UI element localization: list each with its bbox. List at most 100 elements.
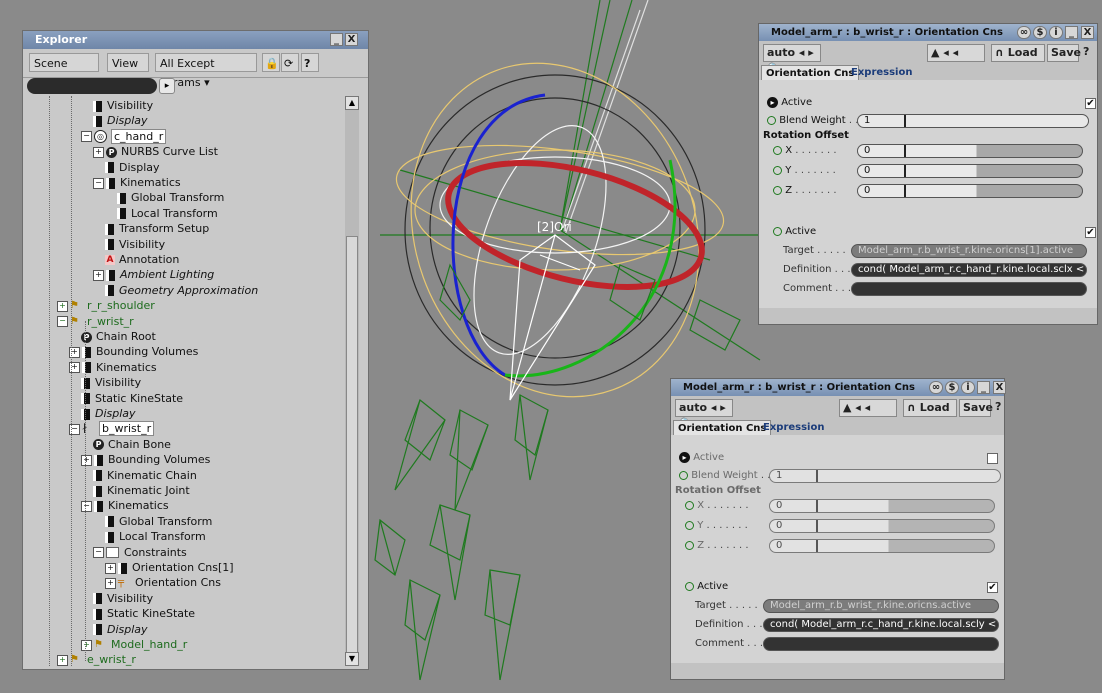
scroll-up-icon[interactable]: ▲: [345, 96, 359, 110]
x-field[interactable]: 0: [769, 499, 995, 513]
tree-item[interactable]: Display: [105, 160, 160, 176]
anim-icon[interactable]: [773, 145, 782, 155]
tree-item[interactable]: + Orientation Cns[1]: [105, 560, 234, 576]
tree-item[interactable]: + Bounding Volumes: [81, 452, 210, 468]
tree-item[interactable]: Local Transform: [105, 529, 206, 545]
anim-icon[interactable]: [773, 165, 782, 175]
expand-icon[interactable]: +: [81, 454, 92, 466]
tree-item[interactable]: + P NURBS Curve List: [93, 144, 218, 160]
scroll-down-icon[interactable]: ▼: [345, 652, 359, 666]
tree-item[interactable]: Global Transform: [105, 514, 212, 530]
tree-item[interactable]: − Kinematics: [81, 498, 169, 514]
anim-icon[interactable]: [773, 185, 782, 195]
anim-icon[interactable]: [685, 581, 694, 591]
tree-item[interactable]: Visibility: [105, 237, 165, 253]
scrollbar[interactable]: ▲ ▼: [345, 96, 359, 666]
info-icon[interactable]: i: [1049, 26, 1063, 39]
minimize-icon[interactable]: _: [977, 381, 990, 394]
help-icon[interactable]: ?: [301, 53, 319, 72]
tree-item[interactable]: + Bounding Volumes: [69, 344, 198, 360]
link-icon[interactable]: ∞: [929, 381, 943, 394]
anim-icon[interactable]: [767, 115, 776, 125]
animation-icon[interactable]: ▸: [767, 96, 778, 108]
recycle-icon[interactable]: $: [945, 381, 959, 394]
tab-orientation-cns[interactable]: Orientation Cns: [673, 420, 772, 435]
tree-item[interactable]: − ◎ c_hand_r: [81, 128, 167, 145]
panel-title-bar[interactable]: Model_arm_r : b_wrist_r : Orientation Cn…: [671, 379, 1006, 396]
auto-button[interactable]: auto ◂ ▸ 🔍: [675, 399, 733, 430]
tree-item[interactable]: − Kinematics: [93, 175, 181, 191]
minimize-icon[interactable]: _: [330, 33, 343, 46]
active-checkbox[interactable]: ✔: [1085, 98, 1096, 109]
active-checkbox[interactable]: [987, 453, 998, 464]
search-input[interactable]: [27, 78, 157, 94]
close-icon[interactable]: X: [345, 33, 358, 46]
anim-icon[interactable]: [679, 470, 688, 480]
collapse-icon[interactable]: −: [57, 316, 68, 328]
y-field[interactable]: 0: [857, 164, 1083, 178]
minimize-icon[interactable]: _: [1065, 26, 1078, 39]
save-button[interactable]: Save: [1047, 44, 1081, 62]
tree-item[interactable]: Visibility: [93, 98, 153, 114]
tab-expression[interactable]: Expression: [847, 65, 916, 80]
anim-icon[interactable]: [685, 520, 694, 530]
help-icon[interactable]: ?: [1081, 44, 1095, 62]
anim-icon[interactable]: [685, 500, 694, 510]
anim-icon[interactable]: [685, 540, 694, 550]
panel-title-bar[interactable]: Model_arm_r : b_wrist_r : Orientation Cn…: [759, 24, 1097, 41]
save-button[interactable]: Save: [959, 399, 993, 417]
collapse-icon[interactable]: −: [93, 547, 104, 559]
refresh-icon[interactable]: ⟳: [281, 53, 299, 72]
tree-item[interactable]: + Kinematics: [69, 360, 157, 376]
explorer-title-bar[interactable]: Explorer _ X: [23, 31, 368, 49]
expr-active-checkbox[interactable]: ✔: [1085, 227, 1096, 238]
view-button[interactable]: View ▾: [107, 53, 149, 89]
tree-item[interactable]: Static KineState: [81, 391, 183, 407]
tree-item[interactable]: Visibility: [93, 591, 153, 607]
definition-field[interactable]: cond( Model_arm_r.c_hand_r.kine.local.sc…: [763, 618, 999, 632]
lock-icon[interactable]: 🔒: [262, 53, 280, 72]
definition-field[interactable]: cond( Model_arm_r.c_hand_r.kine.local.sc…: [851, 263, 1087, 277]
expand-icon[interactable]: +: [105, 562, 116, 574]
tree-item[interactable]: Transform Setup: [105, 221, 209, 237]
expand-icon[interactable]: +: [93, 269, 104, 281]
comment-field[interactable]: [851, 282, 1087, 296]
recycle-icon[interactable]: $: [1033, 26, 1047, 39]
expr-active-checkbox[interactable]: ✔: [987, 582, 998, 593]
help-icon[interactable]: ?: [993, 399, 1007, 417]
load-button[interactable]: ∩ Load: [991, 44, 1045, 62]
tree-item[interactable]: Display: [93, 113, 148, 129]
collapse-icon[interactable]: −: [81, 500, 92, 512]
tree-item[interactable]: − ∤ b_wrist_r: [69, 421, 155, 437]
blend-weight-field[interactable]: 1: [857, 114, 1089, 128]
scene-root-button[interactable]: Scene Root ▾: [29, 53, 99, 89]
anim-icon[interactable]: [773, 226, 782, 236]
target-field[interactable]: Model_arm_r.b_wrist_r.kine.oricns.active: [763, 599, 999, 613]
comment-field[interactable]: [763, 637, 999, 651]
tree-item[interactable]: + Ambient Lighting: [93, 267, 214, 283]
scroll-thumb[interactable]: [346, 236, 358, 656]
z-field[interactable]: 0: [857, 184, 1083, 198]
animation-icon[interactable]: ▸: [679, 451, 690, 463]
tab-expression[interactable]: Expression: [759, 420, 828, 435]
expand-icon[interactable]: +: [81, 639, 92, 651]
expand-icon[interactable]: +: [93, 146, 104, 158]
tree-item[interactable]: P Chain Root: [81, 329, 156, 345]
search-go-icon[interactable]: ▸: [159, 78, 175, 94]
tab-orientation-cns[interactable]: Orientation Cns: [761, 65, 860, 80]
tree-item[interactable]: − ⚑ r_wrist_r: [57, 314, 134, 330]
y-field[interactable]: 0: [769, 519, 995, 533]
nav-arrows-button[interactable]: ▲ ◂ ◂: [927, 44, 985, 62]
nav-arrows-button[interactable]: ▲ ◂ ◂: [839, 399, 897, 417]
filter-button[interactable]: All Except Params ▾: [155, 53, 257, 89]
expand-icon[interactable]: +: [57, 300, 68, 312]
tree-item[interactable]: + ╤ Orientation Cns: [105, 575, 221, 591]
tree-item[interactable]: Visibility: [81, 375, 141, 391]
blend-weight-field[interactable]: 1: [769, 469, 1001, 483]
close-icon[interactable]: X: [993, 381, 1006, 394]
collapse-icon[interactable]: −: [93, 177, 104, 189]
tree-item[interactable]: P Chain Bone: [93, 437, 171, 453]
tree-item[interactable]: Display: [81, 406, 136, 422]
auto-button[interactable]: auto ◂ ▸ 🔍: [763, 44, 821, 75]
tree-item[interactable]: − Constraints: [93, 545, 187, 561]
